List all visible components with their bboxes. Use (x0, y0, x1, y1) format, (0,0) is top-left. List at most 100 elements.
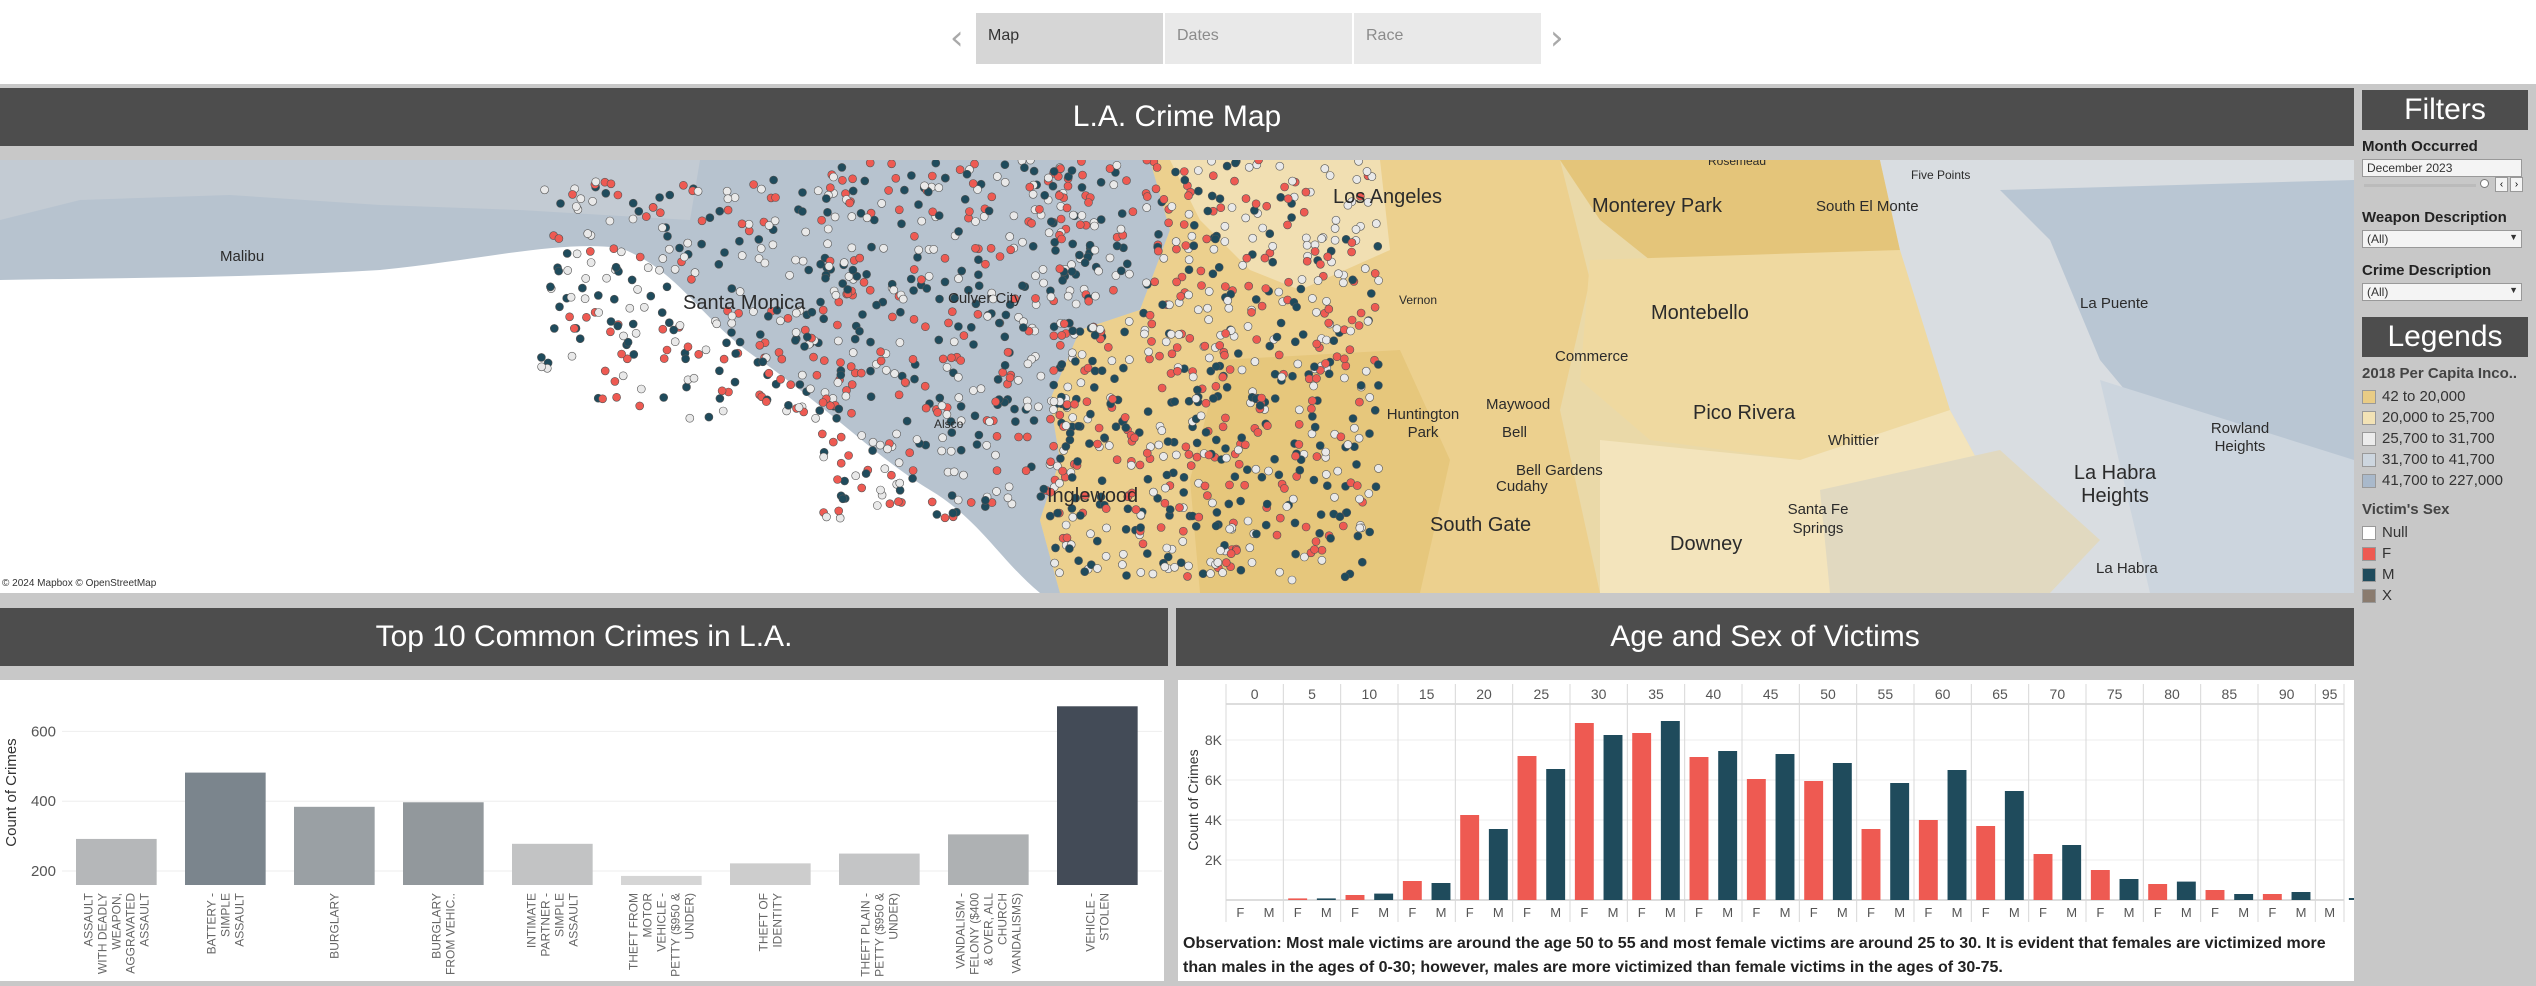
crime-dot[interactable] (613, 321, 623, 331)
crime-dot[interactable] (1218, 372, 1228, 382)
crime-dot[interactable] (1272, 332, 1282, 342)
crime-dot[interactable] (1203, 303, 1212, 313)
crime-dot[interactable] (718, 406, 728, 416)
sex-legend-item[interactable]: F (2362, 543, 2536, 564)
crime-dot[interactable] (798, 207, 807, 216)
crime-dot[interactable] (633, 285, 642, 294)
crime-dot[interactable] (830, 212, 840, 222)
crime-dot[interactable] (859, 278, 869, 287)
crime-dot[interactable] (1196, 411, 1206, 421)
crime-dot[interactable] (1142, 278, 1151, 288)
crime-dot[interactable] (1201, 398, 1211, 408)
crime-dot[interactable] (1136, 523, 1145, 532)
crime-dot[interactable] (819, 452, 829, 462)
crime-dot[interactable] (1216, 203, 1226, 213)
crime-dot[interactable] (655, 193, 664, 202)
crime-dot[interactable] (755, 330, 765, 339)
crime-dot[interactable] (1003, 493, 1013, 503)
crime-dot[interactable] (1294, 440, 1304, 449)
crime-dot[interactable] (1172, 450, 1181, 460)
crime-dot[interactable] (1358, 557, 1367, 567)
crime-dot[interactable] (1302, 233, 1311, 243)
crime-dot[interactable] (965, 207, 974, 216)
crime-dot[interactable] (947, 491, 957, 500)
crime-dot[interactable] (1055, 568, 1064, 578)
crime-dot[interactable] (1308, 396, 1317, 405)
crime-dot[interactable] (876, 356, 886, 366)
crime-dot[interactable] (927, 171, 937, 181)
crime-dot[interactable] (1212, 435, 1221, 445)
victim-bar-M[interactable] (2176, 881, 2196, 900)
crime-dot[interactable] (860, 176, 870, 186)
crime-dot[interactable] (1244, 281, 1253, 291)
crime-dot[interactable] (1051, 246, 1060, 255)
crime-dot[interactable] (571, 202, 581, 211)
crime-dot[interactable] (1051, 543, 1060, 553)
crime-dot[interactable] (1149, 487, 1158, 497)
crime-dot[interactable] (856, 368, 866, 378)
victim-bar-M[interactable] (1660, 721, 1680, 900)
crime-dot[interactable] (838, 494, 848, 504)
crime-dot[interactable] (664, 244, 674, 254)
crime-dot[interactable] (1220, 350, 1229, 360)
tab-dates[interactable]: Dates (1165, 13, 1352, 64)
crime-dot[interactable] (1025, 182, 1035, 192)
crime-dot[interactable] (602, 273, 611, 283)
crime-dot[interactable] (627, 275, 637, 285)
crime-dot[interactable] (834, 506, 844, 516)
crime-dot[interactable] (866, 337, 875, 347)
crime-dot[interactable] (1211, 382, 1221, 391)
crime-dot[interactable] (1361, 366, 1371, 376)
crime-dot[interactable] (1301, 522, 1311, 532)
crime-dot[interactable] (1295, 405, 1304, 415)
crime-dot[interactable] (1330, 235, 1340, 245)
crime-dot[interactable] (838, 175, 847, 185)
crime-dot[interactable] (1289, 494, 1298, 504)
crime-dot[interactable] (1276, 318, 1286, 328)
crime-dot[interactable] (1221, 329, 1230, 338)
crime-dot[interactable] (567, 351, 577, 361)
crime-dot[interactable] (1167, 202, 1177, 211)
crime-dot[interactable] (1309, 475, 1319, 485)
crime-dot[interactable] (938, 354, 948, 364)
crime-dot[interactable] (1086, 529, 1095, 539)
crime-dot[interactable] (944, 318, 953, 328)
crime-dot[interactable] (1088, 323, 1098, 332)
crime-dot[interactable] (1225, 524, 1234, 534)
victim-bar-F[interactable] (1345, 895, 1365, 900)
crime-dot[interactable] (949, 467, 959, 477)
crime-dot[interactable] (786, 380, 796, 389)
crime-dot[interactable] (1365, 393, 1374, 402)
crime-dot[interactable] (848, 174, 857, 184)
victim-bar-F[interactable] (2090, 870, 2110, 900)
crime-dot[interactable] (956, 445, 966, 455)
crime-dot[interactable] (1000, 361, 1010, 370)
crime-dot[interactable] (991, 397, 1001, 406)
crime-dot[interactable] (1046, 414, 1055, 424)
crime-dot[interactable] (891, 173, 901, 183)
crime-dot[interactable] (1307, 404, 1316, 413)
crime-dot[interactable] (1355, 494, 1364, 504)
victim-bar-F[interactable] (1574, 723, 1594, 900)
crime-dot[interactable] (1295, 465, 1305, 475)
crime-dot[interactable] (973, 310, 983, 319)
crime-dot[interactable] (1179, 488, 1188, 497)
crime-dot[interactable] (1100, 433, 1109, 443)
crime-dot[interactable] (1216, 546, 1225, 555)
crime-dot[interactable] (1000, 332, 1010, 342)
crime-dot[interactable] (821, 273, 830, 283)
crime-dot[interactable] (983, 312, 992, 321)
crime-dot[interactable] (1221, 282, 1230, 291)
crime-dot[interactable] (821, 194, 831, 203)
crime-dot[interactable] (948, 508, 958, 518)
crime-dot[interactable] (1297, 275, 1307, 284)
crime-dot[interactable] (588, 196, 597, 206)
crime-dot[interactable] (801, 227, 811, 237)
crime-dot[interactable] (1353, 531, 1363, 541)
crime-dot[interactable] (836, 370, 846, 380)
crime-dot[interactable] (809, 352, 818, 362)
crime-dot[interactable] (818, 398, 828, 407)
crime-dot[interactable] (879, 244, 888, 253)
crime-dot[interactable] (1105, 253, 1115, 263)
crime-dot[interactable] (1062, 533, 1072, 543)
